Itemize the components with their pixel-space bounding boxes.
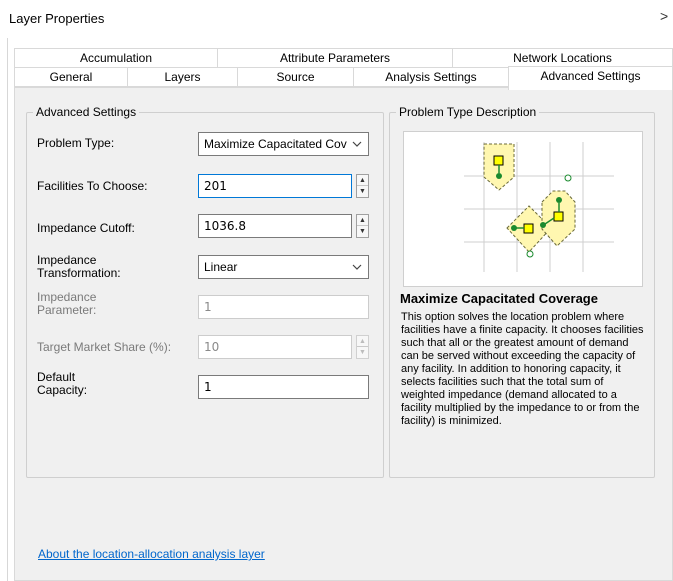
chevron-down-icon xyxy=(352,133,362,155)
description-text: This option solves the location problem … xyxy=(401,311,644,427)
impedance-transformation-label-1: Impedance xyxy=(37,253,97,267)
spin-up-icon: ▲ xyxy=(357,336,368,347)
impedance-transformation-select[interactable]: Linear xyxy=(198,255,369,279)
spin-down-icon[interactable]: ▼ xyxy=(357,226,368,237)
default-capacity-input[interactable]: 1 xyxy=(198,375,369,399)
tab-attribute-parameters[interactable]: Attribute Parameters xyxy=(217,48,453,68)
impedance-cutoff-spinner[interactable]: ▲ ▼ xyxy=(356,214,369,238)
tab-network-locations[interactable]: Network Locations xyxy=(452,48,673,68)
spin-up-icon[interactable]: ▲ xyxy=(357,215,368,226)
window-title: Layer Properties xyxy=(9,11,105,26)
advanced-settings-group-label: Advanced Settings xyxy=(33,105,140,119)
close-icon[interactable]: > xyxy=(660,8,673,28)
advanced-settings-group: Advanced Settings Problem Type: Maximize… xyxy=(26,105,384,478)
problem-type-label: Problem Type: xyxy=(37,136,115,150)
tab-content-panel: Advanced Settings Problem Type: Maximize… xyxy=(14,87,673,581)
tab-analysis-settings[interactable]: Analysis Settings xyxy=(353,67,509,87)
problem-type-diagram xyxy=(403,131,643,287)
impedance-parameter-label-1: Impedance xyxy=(37,290,97,304)
impedance-cutoff-label: Impedance Cutoff: xyxy=(37,221,135,235)
tab-general[interactable]: General xyxy=(14,67,128,87)
facilities-spinner[interactable]: ▲ ▼ xyxy=(356,174,369,198)
problem-type-select[interactable]: Maximize Capacitated Cov xyxy=(198,132,369,156)
chevron-down-icon xyxy=(352,256,362,278)
impedance-transformation-value: Linear xyxy=(204,260,238,274)
tab-advanced-settings[interactable]: Advanced Settings xyxy=(508,66,673,90)
impedance-transformation-label-2: Transformation: xyxy=(37,266,121,280)
facilities-to-choose-label: Facilities To Choose: xyxy=(37,179,148,193)
window-border xyxy=(7,38,8,581)
help-link[interactable]: About the location-allocation analysis l… xyxy=(38,547,265,561)
title-bar: Layer Properties > xyxy=(0,0,673,38)
impedance-parameter-input: 1 xyxy=(198,295,369,319)
problem-type-description-group: Problem Type Description Maximize Capaci… xyxy=(389,105,655,478)
default-capacity-label-1: Default xyxy=(37,370,76,384)
tab-accumulation[interactable]: Accumulation xyxy=(14,48,218,68)
facilities-to-choose-input[interactable]: 201 xyxy=(198,174,352,198)
problem-type-description-group-label: Problem Type Description xyxy=(396,105,540,119)
problem-type-value: Maximize Capacitated Cov xyxy=(204,137,347,151)
description-title: Maximize Capacitated Coverage xyxy=(400,291,598,306)
spin-up-icon[interactable]: ▲ xyxy=(357,175,368,186)
coverage-diagram-icon xyxy=(464,142,614,272)
tab-source[interactable]: Source xyxy=(237,67,354,87)
target-market-share-input: 10 xyxy=(198,335,352,359)
impedance-parameter-label-2: Parameter: xyxy=(37,303,97,317)
default-capacity-label-2: Capacity: xyxy=(37,383,88,397)
tab-layers[interactable]: Layers xyxy=(127,67,238,87)
impedance-cutoff-input[interactable]: 1036.8 xyxy=(198,214,352,238)
target-market-share-spinner: ▲ ▼ xyxy=(356,335,369,359)
spin-down-icon[interactable]: ▼ xyxy=(357,186,368,197)
spin-down-icon: ▼ xyxy=(359,349,366,356)
target-market-share-label: Target Market Share (%): xyxy=(37,340,172,354)
